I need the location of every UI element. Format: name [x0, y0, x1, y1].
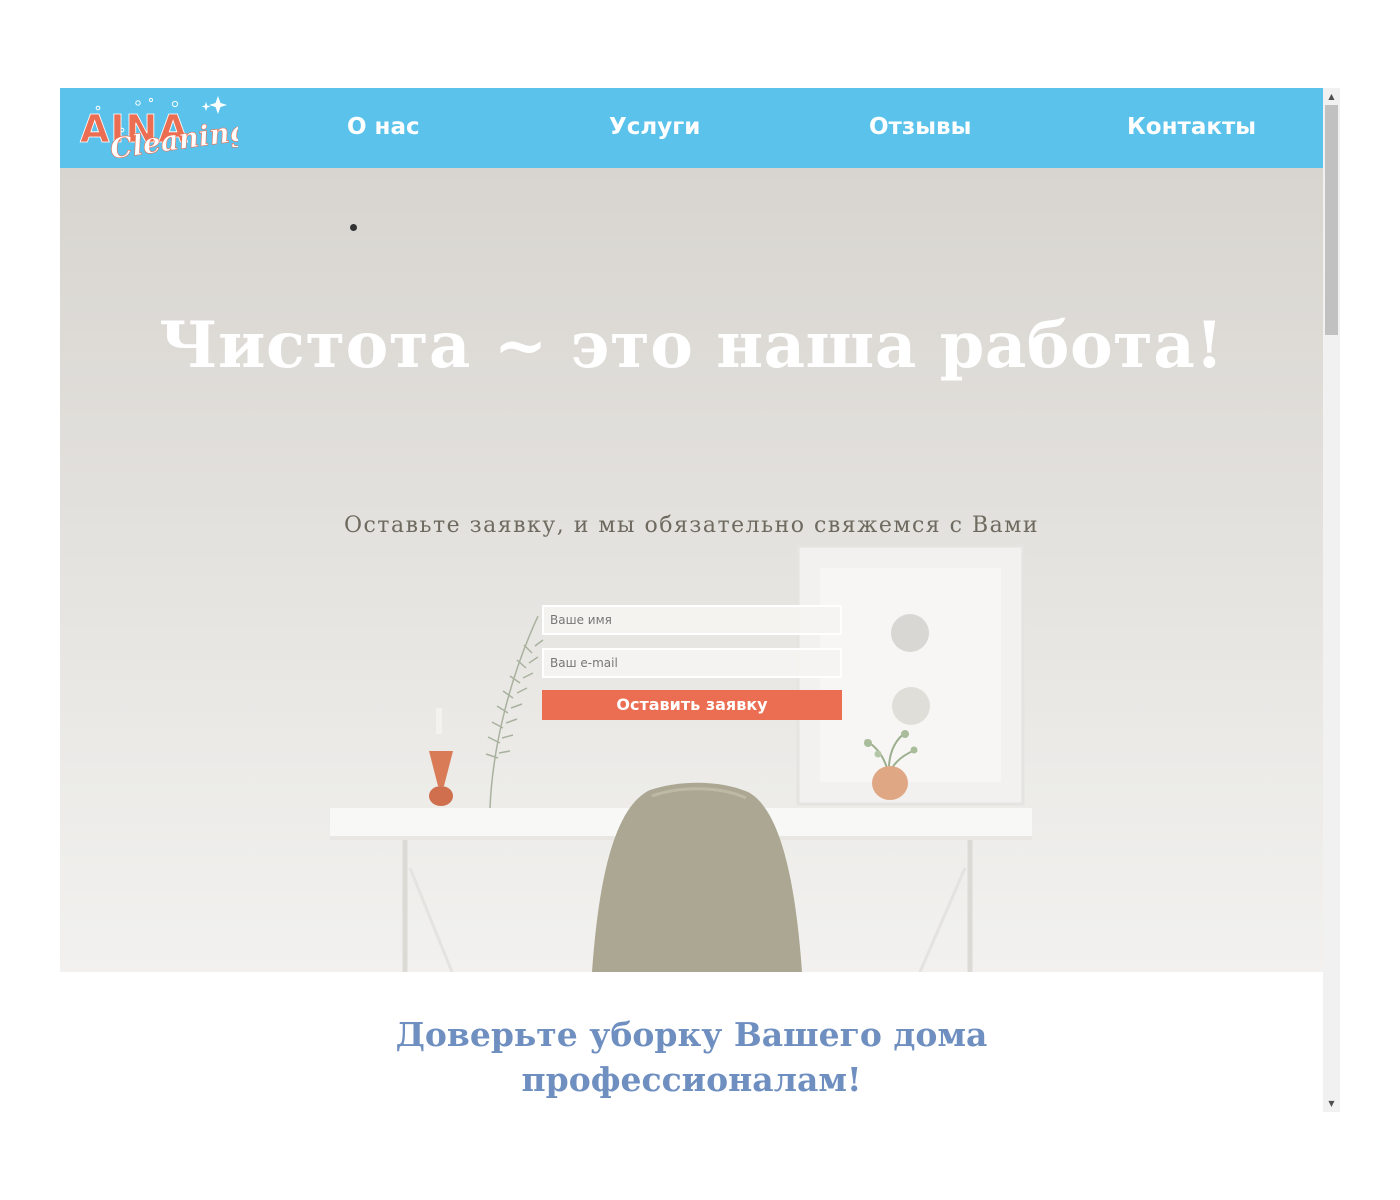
hero-background-image [330, 544, 1032, 972]
browser-viewport: AINA Cleaning О нас Услуги Отзывы Контак… [60, 88, 1340, 1112]
trust-section: Доверьте уборку Вашего дома профессионал… [60, 972, 1323, 1112]
name-input[interactable] [542, 605, 842, 635]
vertical-scrollbar[interactable]: ▲ ▼ [1323, 88, 1340, 1112]
hero-section: Чистота ~ это наша работа! Оставьте заяв… [60, 168, 1323, 972]
scroll-thumb[interactable] [1325, 105, 1338, 335]
hero-subtitle: Оставьте заявку, и мы обязательно свяжем… [343, 513, 1040, 538]
scroll-down-arrow-icon[interactable]: ▼ [1323, 1095, 1340, 1112]
plant-branch-image [485, 615, 544, 809]
nav-link-services[interactable]: Услуги [609, 112, 700, 142]
site-header: AINA Cleaning О нас Услуги Отзывы Контак… [60, 88, 1323, 168]
trust-title-line1: Доверьте уборку Вашего дома [395, 1015, 988, 1054]
nav-link-about[interactable]: О нас [347, 112, 420, 142]
email-input[interactable] [542, 648, 842, 678]
trust-title-line2: профессионалам! [521, 1060, 862, 1099]
nav-link-contacts[interactable]: Контакты [1127, 112, 1256, 142]
trust-title: Доверьте уборку Вашего дома профессионал… [60, 1012, 1323, 1102]
list-bullet [350, 224, 357, 231]
scroll-up-arrow-icon[interactable]: ▲ [1323, 88, 1340, 105]
submit-request-button[interactable]: Оставить заявку [542, 690, 842, 720]
page: AINA Cleaning О нас Услуги Отзывы Контак… [60, 88, 1323, 1112]
hero-title: Чистота ~ это наша работа! [159, 308, 1224, 383]
candle-holder-image [429, 708, 453, 806]
logo[interactable]: AINA Cleaning [78, 94, 251, 166]
logo-icon: AINA Cleaning [80, 96, 251, 166]
nav-link-reviews[interactable]: Отзывы [869, 112, 971, 142]
